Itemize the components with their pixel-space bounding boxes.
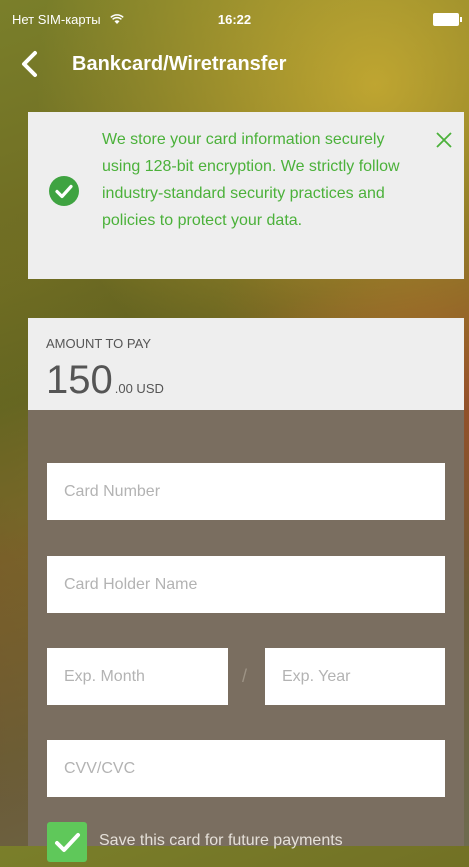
checkmark-icon bbox=[55, 833, 80, 852]
save-card-checkbox[interactable] bbox=[47, 822, 87, 862]
wifi-icon bbox=[110, 14, 124, 24]
exp-month-input[interactable] bbox=[47, 648, 228, 705]
save-card-label: Save this card for future payments bbox=[99, 832, 343, 849]
payment-form: / Save this card for future payments bbox=[28, 410, 464, 862]
page-title: Bankcard/Wiretransfer bbox=[72, 53, 287, 75]
exp-separator: / bbox=[242, 666, 248, 686]
clock: 16:22 bbox=[217, 12, 252, 27]
security-notice: We store your card information securely … bbox=[28, 112, 464, 279]
check-circle-icon bbox=[49, 176, 79, 206]
amount-value: 150.00 USD bbox=[46, 358, 164, 403]
amount-main: 150 bbox=[46, 358, 113, 402]
cvv-input[interactable] bbox=[47, 740, 445, 797]
card-number-input[interactable] bbox=[47, 463, 445, 520]
nav-bar: Bankcard/Wiretransfer bbox=[0, 36, 469, 92]
carrier-text: Нет SIM-карты bbox=[12, 12, 124, 27]
exp-year-input[interactable] bbox=[265, 648, 445, 705]
card-holder-input[interactable] bbox=[47, 556, 445, 613]
amount-summary: AMOUNT TO PAY 150.00 USD bbox=[28, 318, 464, 410]
close-icon[interactable] bbox=[434, 130, 454, 150]
status-bar: Нет SIM-карты 16:22 bbox=[0, 0, 469, 36]
chevron-left-icon[interactable] bbox=[18, 50, 42, 78]
notice-text: We store your card information securely … bbox=[102, 131, 400, 229]
battery-icon bbox=[433, 13, 462, 26]
amount-label: AMOUNT TO PAY bbox=[46, 336, 151, 351]
amount-currency: .00 USD bbox=[114, 381, 164, 396]
